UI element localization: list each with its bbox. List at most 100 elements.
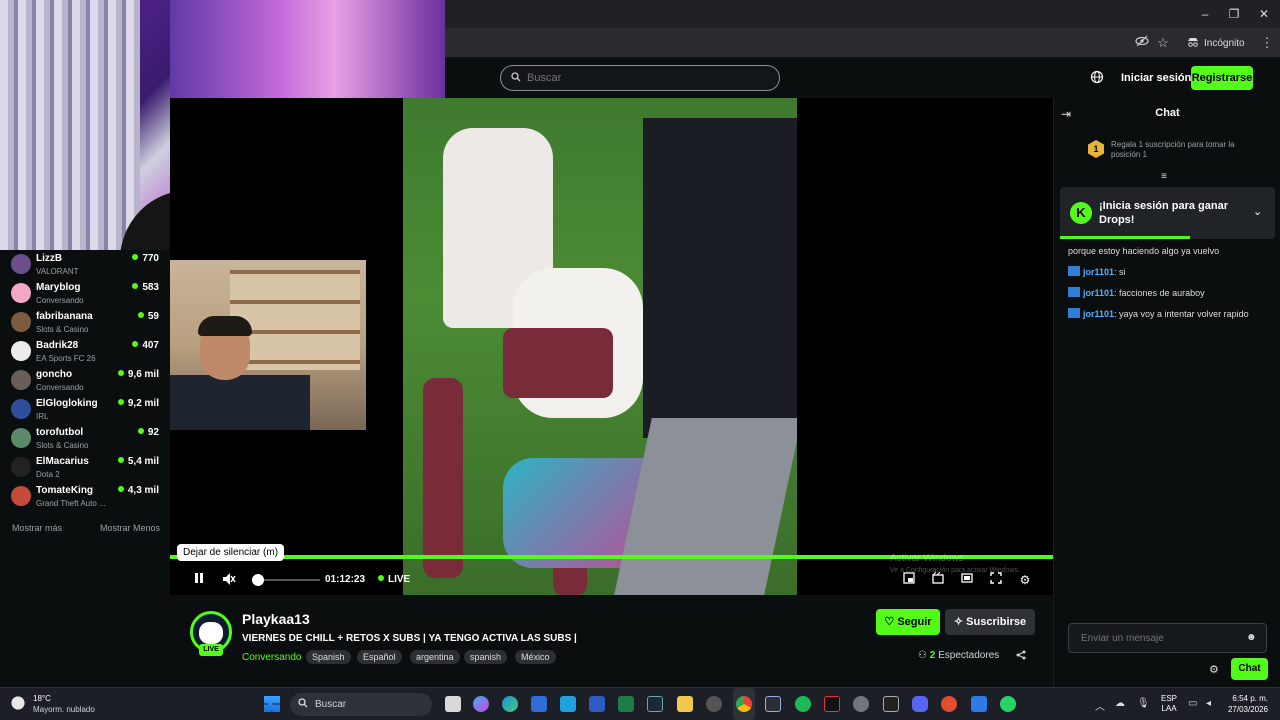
epic-games-icon[interactable]	[883, 696, 899, 712]
mail-icon[interactable]	[560, 696, 576, 712]
word-icon[interactable]	[589, 696, 605, 712]
muted-volume-icon[interactable]	[221, 572, 237, 588]
taskbar-search[interactable]: Buscar	[290, 693, 432, 716]
channel-item[interactable]: torofutbol Slots & Casino 92	[0, 424, 170, 453]
drops-banner[interactable]: K ¡Inicia sesión para ganar Drops! ⌄	[1060, 187, 1275, 239]
sparkle-icon: ✧	[953, 616, 967, 628]
cloud-icon[interactable]	[10, 695, 30, 711]
tag-chip[interactable]: México	[515, 650, 556, 664]
chat-username[interactable]: jor1101	[1083, 288, 1114, 298]
channel-item[interactable]: fabribanana Slots & Casino 59	[0, 308, 170, 337]
close-button[interactable]: ✕	[1249, 5, 1279, 23]
channel-item[interactable]: LizzB VALORANT 770	[0, 250, 170, 279]
clock-time: 6:54 p. m.	[1232, 694, 1268, 703]
network-icon[interactable]: ▭	[1188, 698, 1197, 709]
chat-username[interactable]: jor1101	[1083, 309, 1114, 319]
subscribe-label: Suscribirse	[966, 616, 1027, 628]
settings-gear-icon[interactable]: ⚙	[1017, 572, 1033, 588]
eye-off-icon[interactable]	[1133, 34, 1151, 52]
copilot-icon[interactable]	[473, 696, 489, 712]
clip-icon[interactable]	[930, 571, 946, 588]
pip-toggle-icon[interactable]	[901, 572, 917, 588]
streamer-name[interactable]: Playkaa13	[242, 611, 310, 627]
gift-promo-text[interactable]: Regala 1 suscripción para tomar la posic…	[1111, 140, 1261, 160]
weather-desc[interactable]: Mayorm. nublado	[33, 705, 95, 714]
steam-icon[interactable]	[647, 696, 663, 712]
channel-category: VALORANT	[36, 267, 79, 276]
browser-menu-icon[interactable]: ⋮	[1258, 34, 1276, 52]
fullscreen-icon[interactable]	[988, 572, 1004, 588]
volume-icon[interactable]: ◂	[1206, 698, 1211, 709]
clock[interactable]: 6:54 p. m. 27/03/2026	[1222, 693, 1268, 715]
store-icon[interactable]	[531, 696, 547, 712]
task-view-icon[interactable]	[445, 696, 461, 712]
edge-icon[interactable]	[502, 696, 518, 712]
spotify-icon[interactable]	[795, 696, 811, 712]
filter-icon[interactable]: ≡	[1161, 171, 1167, 182]
globe-icon[interactable]	[1090, 70, 1106, 86]
chat-input-box[interactable]	[1068, 623, 1267, 653]
viewers-icon: ⚇	[918, 650, 930, 661]
tag-chip[interactable]: argentina	[410, 650, 460, 664]
tag-chip[interactable]: spanish	[464, 650, 508, 664]
weather-temp[interactable]: 18°C	[33, 694, 51, 703]
tray-chevron-icon[interactable]: ︿	[1095, 698, 1105, 713]
follow-button[interactable]: ♡ Seguir	[876, 609, 940, 635]
search-input[interactable]	[527, 72, 747, 84]
channel-item[interactable]: ElGlogloking IRL 9,2 mil	[0, 395, 170, 424]
tag-chip[interactable]: Spanish	[306, 650, 351, 664]
live-indicator[interactable]: LIVE	[378, 574, 410, 585]
chat-settings-gear-icon[interactable]: ⚙	[1209, 663, 1219, 676]
theater-mode-icon[interactable]	[959, 572, 975, 588]
discord-icon[interactable]	[912, 696, 928, 712]
language-indicator[interactable]: ESP LAA	[1161, 694, 1177, 714]
register-button[interactable]: Registrarse	[1191, 66, 1253, 90]
settings-icon[interactable]	[853, 696, 869, 712]
shield-icon[interactable]	[971, 696, 987, 712]
chrome-icon[interactable]	[736, 696, 752, 712]
viewer-count: 9,6 mil	[118, 369, 159, 380]
show-more-link[interactable]: Mostrar más	[12, 523, 62, 533]
send-chat-button[interactable]: Chat	[1231, 658, 1268, 680]
channel-category: Dota 2	[36, 470, 60, 479]
chevron-down-icon[interactable]: ⌄	[1253, 205, 1262, 218]
chat-username[interactable]: jor1101	[1083, 267, 1114, 277]
chat-input[interactable]	[1081, 632, 1241, 644]
channel-item[interactable]: goncho Conversando 9,6 mil	[0, 366, 170, 395]
minimize-button[interactable]: –	[1190, 5, 1220, 23]
channel-item[interactable]: ElMacarius Dota 2 5,4 mil	[0, 453, 170, 482]
github-icon[interactable]	[706, 696, 722, 712]
channel-item[interactable]: Maryblog Conversando 583	[0, 279, 170, 308]
bookmark-star-icon[interactable]: ☆	[1154, 34, 1172, 52]
origin-icon[interactable]	[941, 696, 957, 712]
stream-category[interactable]: Conversando	[242, 652, 301, 663]
app-icon[interactable]	[765, 696, 781, 712]
subscribe-button[interactable]: ✧ Suscribirse	[945, 609, 1035, 635]
emoji-icon[interactable]: ☻	[1246, 632, 1257, 643]
stream-title: VIERNES DE CHILL + RETOS X SUBS | YA TEN…	[242, 633, 577, 644]
whatsapp-icon[interactable]	[1000, 696, 1016, 712]
search-bar[interactable]	[500, 65, 780, 91]
tag-chip[interactable]: Español	[357, 650, 402, 664]
heart-icon: ♡	[884, 616, 898, 628]
chat-text: : si	[1114, 267, 1126, 277]
channel-item[interactable]: Badrik28 EA Sports FC 26 407	[0, 337, 170, 366]
show-less-link[interactable]: Mostrar Menos	[100, 523, 160, 533]
channel-category: EA Sports FC 26	[36, 354, 96, 363]
maximize-button[interactable]: ❐	[1219, 5, 1249, 23]
excel-icon[interactable]	[618, 696, 634, 712]
incognito-indicator[interactable]: Incógnito	[1187, 34, 1245, 52]
share-icon[interactable]	[1016, 650, 1026, 663]
login-button[interactable]: Iniciar sesión	[1121, 72, 1191, 84]
video-player[interactable]: Dejar de silenciar (m) 01:12:23 LIVE Act…	[170, 98, 1053, 595]
drops-text: ¡Inicia sesión para ganar Drops!	[1099, 200, 1228, 226]
tiktok-icon[interactable]	[824, 696, 840, 712]
folder-icon[interactable]	[677, 696, 693, 712]
pause-icon[interactable]	[191, 572, 207, 588]
channel-item[interactable]: TomateKing Grand Theft Auto ... 4,3 mil	[0, 482, 170, 511]
channel-name: TomateKing	[36, 485, 94, 496]
cloud-tray-icon[interactable]: ☁	[1115, 698, 1125, 709]
mic-icon[interactable]: 🎙	[1137, 698, 1150, 709]
windows-start-icon[interactable]	[264, 696, 280, 712]
volume-knob[interactable]	[252, 574, 264, 586]
